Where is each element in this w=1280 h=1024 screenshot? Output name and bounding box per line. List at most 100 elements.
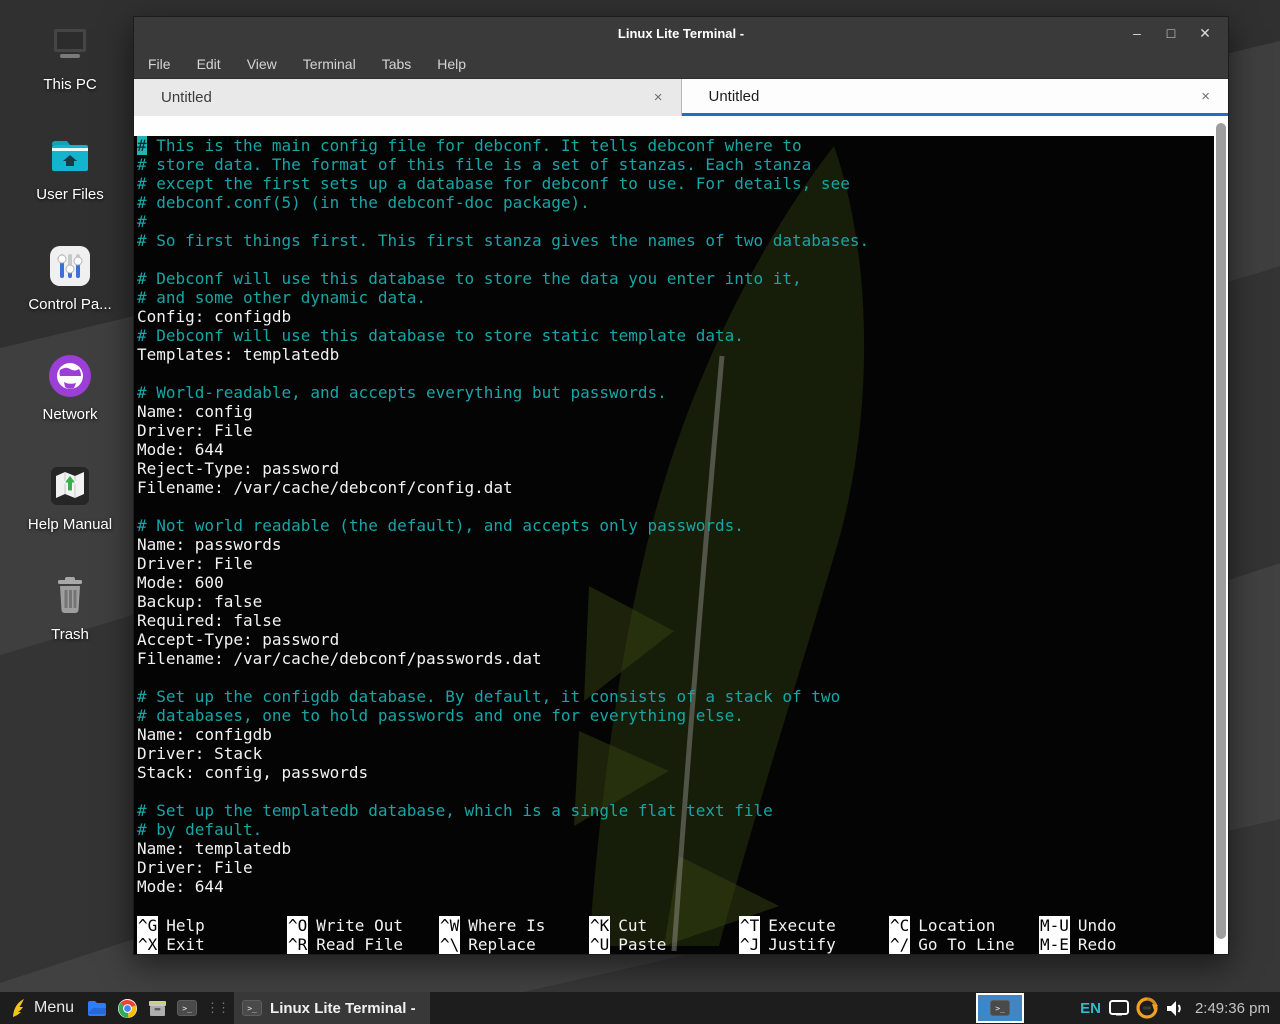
terminal-line: # Not world readable (the default), and … — [137, 516, 1228, 535]
desktop-icon-help-manual[interactable]: Help Manual — [6, 462, 134, 562]
terminal-line: Name: passwords — [137, 535, 1228, 554]
nano-shortcut: ^OWrite Out — [287, 916, 439, 935]
control-panel-icon — [46, 242, 94, 290]
menu-item-edit[interactable]: Edit — [197, 56, 221, 72]
nano-shortcut: ^/Go To Line — [889, 935, 1039, 954]
menu-item-file[interactable]: File — [148, 56, 171, 72]
close-tab-icon[interactable]: × — [1197, 88, 1214, 105]
shortcut-label: Help — [166, 916, 205, 935]
terminal-line: Backup: false — [137, 592, 1228, 611]
shortcut-label: Go To Line — [918, 935, 1014, 954]
terminal-line: Name: templatedb — [137, 839, 1228, 858]
terminal-line: Driver: Stack — [137, 744, 1228, 763]
shortcut-key: M-E — [1039, 935, 1070, 954]
terminal-content[interactable]: GNU nano 7.2 /etc/debconf.conf # This is… — [134, 116, 1228, 954]
terminal-line: # Debconf will use this database to stor… — [137, 269, 1228, 288]
menu-item-view[interactable]: View — [247, 56, 277, 72]
file-manager-icon — [87, 1000, 107, 1017]
terminal-line: Name: configdb — [137, 725, 1228, 744]
menu-item-help[interactable]: Help — [437, 56, 466, 72]
shortcut-label: Read File — [316, 935, 403, 954]
nano-shortcut: M-E Redo — [1039, 935, 1212, 954]
terminal-line: Driver: File — [137, 421, 1228, 440]
desktop-icon-label: User Files — [36, 186, 104, 203]
network-globe-icon — [46, 352, 94, 400]
file-manager-launcher[interactable] — [82, 992, 112, 1024]
terminal-line: Mode: 644 — [137, 440, 1228, 459]
terminal-line: Filename: /var/cache/debconf/passwords.d… — [137, 649, 1228, 668]
terminal-line: # and some other dynamic data. — [137, 288, 1228, 307]
scrollbar-thumb[interactable] — [1216, 123, 1226, 939]
terminal-line: # except the first sets up a database fo… — [137, 174, 1228, 193]
desktop-icon-trash[interactable]: Trash — [6, 572, 134, 672]
archive-box-icon — [148, 1000, 167, 1017]
tray-terminal-indicator[interactable]: >_ — [976, 993, 1024, 1023]
terminal-line — [137, 364, 1228, 383]
terminal-line — [137, 250, 1228, 269]
shortcut-key: ^G — [137, 916, 158, 935]
terminal-line: Config: configdb — [137, 307, 1228, 326]
shortcut-key: ^C — [889, 916, 910, 935]
terminal-icon: >_ — [990, 1000, 1010, 1016]
close-button[interactable]: ✕ — [1192, 25, 1218, 42]
terminal-line: # World-readable, and accepts everything… — [137, 383, 1228, 402]
system-tray: >_ EN 2:49:36 pm — [976, 992, 1276, 1024]
clock[interactable]: 2:49:36 pm — [1195, 1000, 1270, 1017]
tab-untitled-1[interactable]: Untitled × — [134, 79, 682, 116]
terminal-line: Filename: /var/cache/debconf/config.dat — [137, 478, 1228, 497]
desktop-icon-this-pc[interactable]: This PC — [6, 22, 134, 122]
terminal-line — [137, 668, 1228, 687]
terminal-line: Reject-Type: password — [137, 459, 1228, 478]
chrome-launcher[interactable] — [112, 992, 142, 1024]
nano-shortcut: ^WWhere Is — [439, 916, 589, 935]
start-menu-button[interactable]: Menu — [4, 992, 82, 1024]
tab-bar: Untitled × Untitled × — [134, 79, 1228, 116]
nano-shortcut: ^\Replace — [439, 935, 589, 954]
desktop-icon-control-panel[interactable]: Control Pa... — [6, 242, 134, 342]
desktop-icon-label: Help Manual — [28, 516, 112, 533]
maximize-button[interactable]: □ — [1158, 25, 1184, 41]
nano-shortcut: ^UPaste — [589, 935, 739, 954]
minimize-button[interactable]: – — [1124, 25, 1150, 41]
terminal-line: # Set up the configdb database. By defau… — [137, 687, 1228, 706]
menu-item-tabs[interactable]: Tabs — [382, 56, 412, 72]
updates-available-icon[interactable] — [1136, 997, 1158, 1019]
volume-icon[interactable] — [1165, 1000, 1184, 1017]
shortcut-row-1: ^GHelp^OWrite Out^WWhere Is^KCut^TExecut… — [137, 916, 1212, 935]
terminal-scrollbar[interactable] — [1214, 116, 1228, 954]
terminal-line — [137, 497, 1228, 516]
terminal-line: # Debconf will use this database to stor… — [137, 326, 1228, 345]
tab-untitled-2[interactable]: Untitled × — [682, 79, 1229, 116]
nano-shortcut: ^T Execute — [739, 916, 889, 935]
window-titlebar[interactable]: Linux Lite Terminal - – □ ✕ — [134, 17, 1228, 49]
shortcut-label: Undo — [1078, 916, 1117, 935]
desktop-icon-label: This PC — [43, 76, 96, 93]
shortcut-key: M-U — [1039, 916, 1070, 935]
keyboard-layout-indicator[interactable]: EN — [1080, 1000, 1101, 1017]
display-settings-icon[interactable] — [1109, 1000, 1129, 1016]
terminal-line: Driver: File — [137, 858, 1228, 877]
nano-shortcut: ^JJustify — [739, 935, 889, 954]
desktop-icon-user-files[interactable]: User Files — [6, 132, 134, 232]
task-button-label: Linux Lite Terminal - — [270, 1000, 416, 1017]
terminal-line: # store data. The format of this file is… — [137, 155, 1228, 174]
menu-item-terminal[interactable]: Terminal — [303, 56, 356, 72]
shortcut-key: ^T — [739, 916, 760, 935]
shortcut-label: Redo — [1078, 935, 1117, 954]
desktop-icon-network[interactable]: Network — [6, 352, 134, 452]
shortcut-key: ^J — [739, 935, 760, 954]
shortcut-label: Location — [918, 916, 995, 935]
close-tab-icon[interactable]: × — [650, 89, 667, 106]
task-button-terminal[interactable]: >_ Linux Lite Terminal - — [234, 992, 430, 1024]
shortcut-label: Execute — [768, 916, 835, 935]
nano-shortcut: ^RRead File — [287, 935, 439, 954]
terminal-line — [137, 782, 1228, 801]
archive-manager-launcher[interactable] — [142, 992, 172, 1024]
terminal-line: # Set up the templatedb database, which … — [137, 801, 1228, 820]
taskbar-separator: ⋮⋮ — [202, 1000, 234, 1016]
terminal-line: # — [137, 212, 1228, 231]
terminal-launcher[interactable]: >_ — [172, 992, 202, 1024]
nano-shortcut: ^C Location — [889, 916, 1039, 935]
linux-lite-logo-icon — [10, 998, 27, 1018]
shortcut-key: ^U — [589, 935, 610, 954]
